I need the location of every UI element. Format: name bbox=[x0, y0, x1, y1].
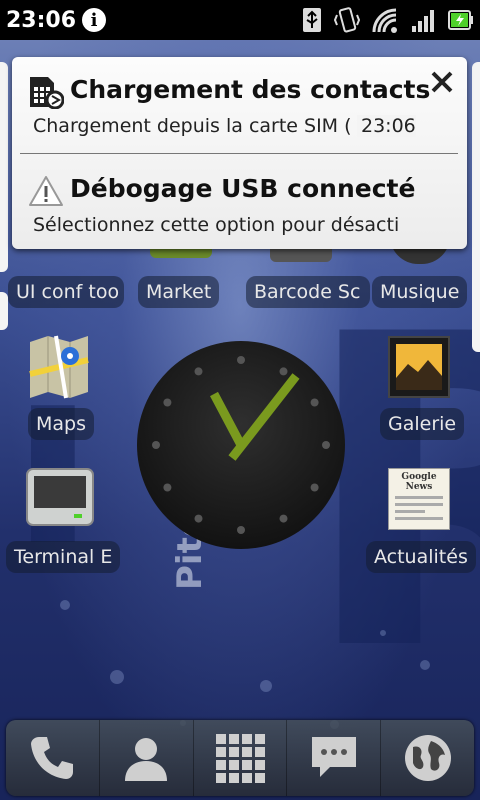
app-label-barcode[interactable]: Barcode Sc bbox=[246, 276, 370, 308]
notification-contacts-loading[interactable]: Chargement des contacts Chargement depui… bbox=[12, 57, 467, 155]
app-label-maps[interactable]: Maps bbox=[28, 408, 94, 440]
notification-text: Chargement depuis la carte SIM ( bbox=[33, 115, 352, 137]
gallery-icon[interactable] bbox=[386, 334, 452, 400]
dock-browser[interactable] bbox=[381, 720, 474, 796]
left-panel-edge-lower bbox=[0, 292, 8, 330]
info-icon: i bbox=[82, 8, 107, 32]
notification-title: Débogage USB connecté bbox=[70, 174, 416, 203]
close-icon[interactable] bbox=[429, 69, 455, 95]
app-drawer-icon bbox=[215, 734, 265, 783]
dock-contacts[interactable] bbox=[100, 720, 194, 796]
notification-time: 23:06 bbox=[357, 115, 416, 137]
app-label-terminal[interactable]: Terminal E bbox=[6, 541, 120, 573]
messaging-icon bbox=[311, 737, 356, 777]
dock-phone[interactable] bbox=[6, 720, 100, 796]
notification-title: Chargement des contacts bbox=[70, 75, 431, 104]
contacts-icon bbox=[125, 738, 168, 781]
usb-icon bbox=[303, 8, 321, 32]
app-label-market[interactable]: Market bbox=[138, 276, 220, 308]
battery-charging-icon bbox=[448, 10, 473, 30]
notification-text: Sélectionnez cette option pour désactiv bbox=[33, 214, 398, 236]
status-time: 23:06 bbox=[6, 7, 77, 33]
dock bbox=[6, 720, 474, 796]
news-icon[interactable]: Google News bbox=[388, 468, 450, 530]
analog-clock-widget[interactable] bbox=[136, 340, 346, 550]
status-bar[interactable]: 23:06 i bbox=[0, 0, 480, 40]
app-label-musique[interactable]: Musique bbox=[372, 276, 468, 308]
app-label-galerie[interactable]: Galerie bbox=[380, 408, 465, 440]
maps-icon[interactable] bbox=[26, 334, 92, 400]
phone-icon bbox=[31, 737, 74, 779]
dock-messaging[interactable] bbox=[287, 720, 382, 796]
notification-panel: Chargement des contacts Chargement depui… bbox=[12, 57, 467, 249]
notification-usb-debugging[interactable]: Débogage USB connecté Sélectionnez cette… bbox=[12, 157, 467, 249]
sim-card-icon bbox=[30, 77, 64, 109]
notification-divider bbox=[20, 153, 458, 154]
wifi-icon bbox=[372, 8, 397, 33]
warning-icon bbox=[29, 176, 63, 206]
app-label-actualites[interactable]: Actualités bbox=[366, 541, 476, 573]
signal-icon bbox=[412, 10, 434, 32]
terminal-icon[interactable] bbox=[26, 468, 94, 526]
app-label-ui-conf[interactable]: UI conf too bbox=[8, 276, 124, 308]
browser-icon bbox=[404, 735, 451, 781]
left-panel-edge bbox=[0, 62, 8, 272]
news-icon-text: Google News bbox=[401, 472, 437, 492]
dock-app-drawer[interactable] bbox=[194, 720, 288, 796]
right-panel-edge bbox=[472, 62, 480, 352]
vibrate-icon bbox=[334, 7, 360, 33]
